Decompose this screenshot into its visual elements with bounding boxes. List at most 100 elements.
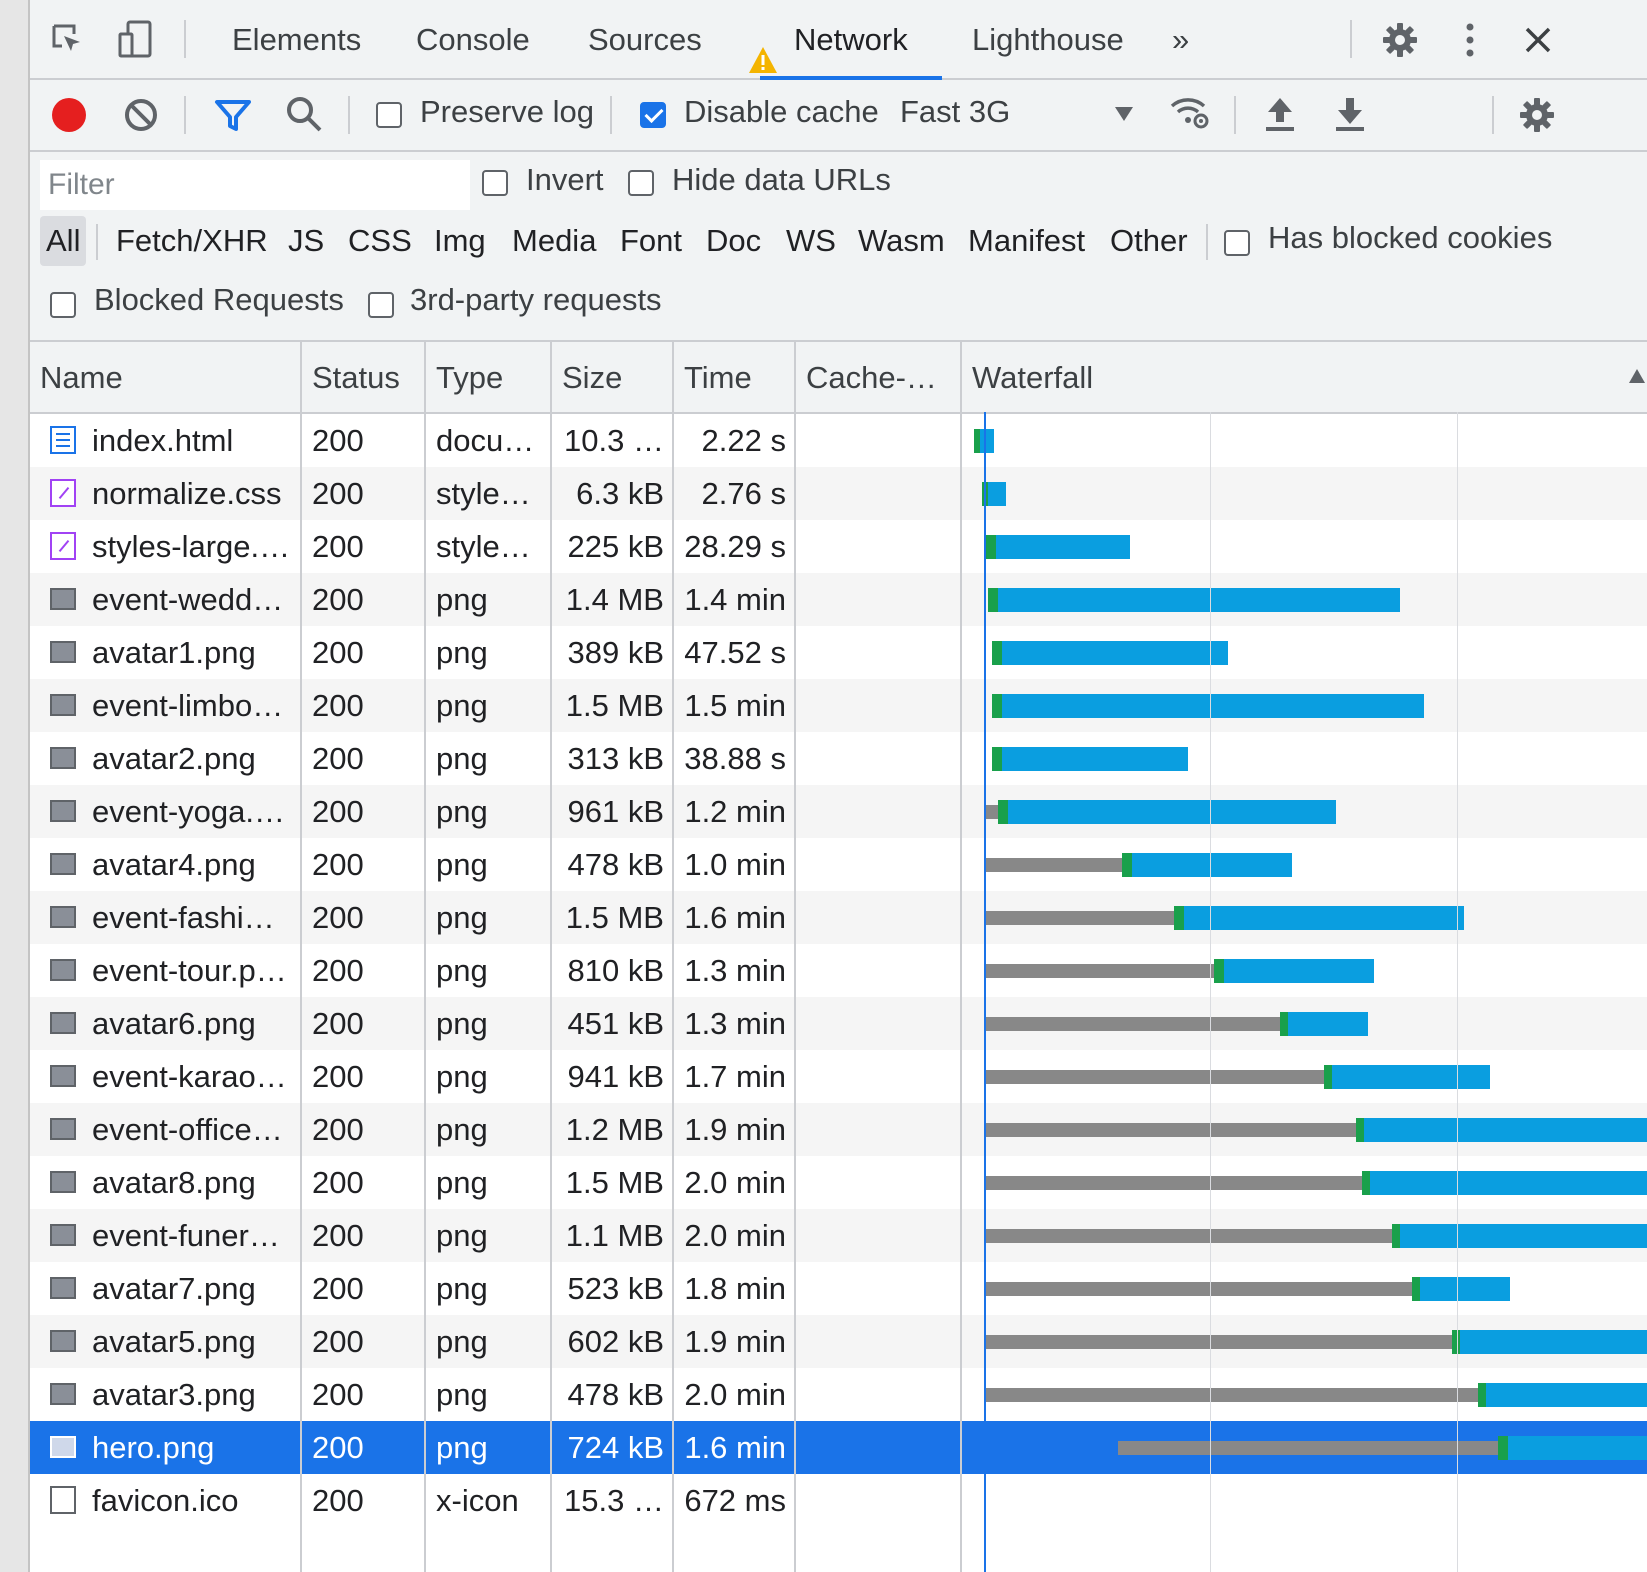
- blocked-requests-checkbox[interactable]: [50, 292, 76, 318]
- column-header-type[interactable]: Type: [426, 342, 552, 412]
- waterfall-cell: [962, 1474, 1647, 1527]
- type-filter-css[interactable]: CSS: [342, 216, 418, 266]
- column-header-size[interactable]: Size: [552, 342, 674, 412]
- table-row[interactable]: styles-large.… 200 style… 225 kB 28.29 s: [30, 520, 1647, 573]
- table-row[interactable]: avatar7.png 200 png 523 kB 1.8 min: [30, 1262, 1647, 1315]
- tab-network[interactable]: Network: [749, 0, 942, 80]
- table-row[interactable]: event-tour.p… 200 png 810 kB 1.3 min: [30, 944, 1647, 997]
- table-row[interactable]: favicon.ico 200 x-icon 15.3 … 672 ms: [30, 1474, 1647, 1527]
- column-header-name[interactable]: Name: [30, 342, 302, 412]
- waterfall-download-bar: [1288, 1012, 1368, 1036]
- request-name: event-limbo…: [92, 688, 284, 723]
- waterfall-download-bar: [1364, 1118, 1647, 1142]
- table-row[interactable]: event-fashi… 200 png 1.5 MB 1.6 min: [30, 891, 1647, 944]
- search-icon[interactable]: [284, 94, 324, 139]
- type-filter-wasm[interactable]: Wasm: [852, 216, 951, 266]
- table-row[interactable]: event-limbo… 200 png 1.5 MB 1.5 min: [30, 679, 1647, 732]
- table-row[interactable]: avatar3.png 200 png 478 kB 2.0 min: [30, 1368, 1647, 1421]
- throttling-select[interactable]: Fast 3G: [900, 94, 1010, 130]
- type-filter-font[interactable]: Font: [614, 216, 688, 266]
- column-header-cache[interactable]: Cache-…: [796, 342, 962, 412]
- table-row[interactable]: avatar2.png 200 png 313 kB 38.88 s: [30, 732, 1647, 785]
- table-row[interactable]: avatar1.png 200 png 389 kB 47.52 s: [30, 626, 1647, 679]
- tab-console[interactable]: Console: [412, 0, 534, 78]
- cell-cache: [796, 679, 960, 732]
- export-har-icon[interactable]: [1332, 94, 1368, 139]
- waterfall-ttfb-bar: [1122, 853, 1132, 877]
- network-conditions-icon[interactable]: [1168, 92, 1214, 137]
- has-blocked-cookies-checkbox[interactable]: [1224, 230, 1250, 256]
- waterfall-cell: [962, 414, 1647, 467]
- type-filter-other[interactable]: Other: [1104, 216, 1194, 266]
- type-filter-js[interactable]: JS: [282, 216, 330, 266]
- table-row[interactable]: avatar6.png 200 png 451 kB 1.3 min: [30, 997, 1647, 1050]
- more-tabs-button[interactable]: »: [1168, 0, 1193, 78]
- type-filter-img[interactable]: Img: [428, 216, 492, 266]
- tab-lighthouse[interactable]: Lighthouse: [968, 0, 1128, 78]
- column-header-time[interactable]: Time: [674, 342, 796, 412]
- settings-gear-icon[interactable]: [1380, 20, 1420, 60]
- cell-name: avatar5.png: [30, 1315, 300, 1368]
- image-icon: [50, 906, 76, 928]
- cell-cache: [796, 1315, 960, 1368]
- cell-type: png: [436, 1377, 488, 1412]
- table-row[interactable]: avatar8.png 200 png 1.5 MB 2.0 min: [30, 1156, 1647, 1209]
- device-toolbar-icon[interactable]: [116, 20, 156, 60]
- column-header-waterfall[interactable]: Waterfall: [962, 342, 1647, 412]
- cell-cache: [796, 573, 960, 626]
- image-icon: [50, 1383, 76, 1405]
- filter-input[interactable]: [40, 160, 470, 210]
- table-row[interactable]: event-karao… 200 png 941 kB 1.7 min: [30, 1050, 1647, 1103]
- table-row[interactable]: hero.png 200 png 724 kB 1.6 min: [30, 1421, 1647, 1474]
- cell-type: png: [436, 1059, 488, 1094]
- hide-data-urls-checkbox[interactable]: [628, 170, 654, 196]
- third-party-requests-checkbox[interactable]: [368, 292, 394, 318]
- table-row[interactable]: event-funer… 200 png 1.1 MB 2.0 min: [30, 1209, 1647, 1262]
- image-icon: [50, 641, 76, 663]
- disable-cache-checkbox[interactable]: [640, 102, 666, 128]
- tab-sources[interactable]: Sources: [584, 0, 706, 78]
- column-header-status[interactable]: Status: [302, 342, 426, 412]
- cell-type: png: [436, 1271, 488, 1306]
- type-filter-doc[interactable]: Doc: [700, 216, 767, 266]
- waterfall-ttfb-bar: [1280, 1012, 1288, 1036]
- waterfall-download-bar: [998, 588, 1400, 612]
- cell-type: png: [436, 582, 488, 617]
- table-row[interactable]: avatar4.png 200 png 478 kB 1.0 min: [30, 838, 1647, 891]
- network-settings-gear-icon[interactable]: [1518, 96, 1556, 139]
- tab-elements[interactable]: Elements: [228, 0, 365, 78]
- request-name: avatar4.png: [92, 847, 256, 882]
- cell-name: event-wedd…: [30, 573, 300, 626]
- table-row[interactable]: event-yoga.… 200 png 961 kB 1.2 min: [30, 785, 1647, 838]
- record-button[interactable]: [52, 98, 86, 132]
- filter-icon[interactable]: [214, 96, 252, 139]
- type-filter-fetch-xhr[interactable]: Fetch/XHR: [110, 216, 274, 266]
- clear-icon[interactable]: [122, 96, 160, 139]
- table-row[interactable]: avatar5.png 200 png 602 kB 1.9 min: [30, 1315, 1647, 1368]
- third-party-requests-label: 3rd-party requests: [410, 282, 662, 317]
- preserve-log-checkbox[interactable]: [376, 102, 402, 128]
- kebab-menu-icon[interactable]: [1450, 20, 1490, 60]
- column-divider: [672, 412, 674, 1572]
- type-filter-media[interactable]: Media: [506, 216, 602, 266]
- cell-status: 200: [312, 1430, 364, 1465]
- table-row[interactable]: index.html 200 docu… 10.3 … 2.22 s: [30, 414, 1647, 467]
- table-row[interactable]: normalize.css 200 style… 6.3 kB 2.76 s: [30, 467, 1647, 520]
- type-filter-ws[interactable]: WS: [780, 216, 842, 266]
- image-icon: [50, 959, 76, 981]
- import-har-icon[interactable]: [1262, 94, 1298, 139]
- invert-checkbox[interactable]: [482, 170, 508, 196]
- type-filter-manifest[interactable]: Manifest: [962, 216, 1091, 266]
- close-icon[interactable]: [1518, 20, 1558, 60]
- type-filter-all[interactable]: All: [40, 216, 87, 266]
- table-row[interactable]: event-wedd… 200 png 1.4 MB 1.4 min: [30, 573, 1647, 626]
- cell-cache: [796, 414, 960, 467]
- cell-status: 200: [312, 1271, 364, 1306]
- cell-status: 200: [312, 953, 364, 988]
- waterfall-cell: [962, 1368, 1647, 1421]
- cell-status: 200: [312, 529, 364, 564]
- waterfall-queue-bar: [984, 1017, 1280, 1031]
- inspect-element-icon[interactable]: [48, 20, 88, 60]
- table-row[interactable]: event-office… 200 png 1.2 MB 1.9 min: [30, 1103, 1647, 1156]
- chevron-down-icon[interactable]: [1114, 106, 1134, 127]
